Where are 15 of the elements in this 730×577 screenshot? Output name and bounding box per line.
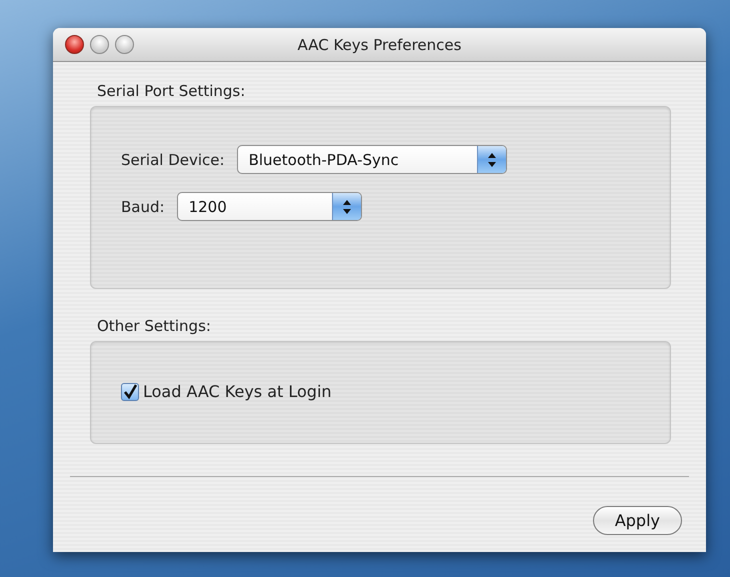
window-title: AAC Keys Preferences <box>298 36 462 54</box>
close-button[interactable] <box>65 35 84 54</box>
minimize-button[interactable] <box>90 35 109 54</box>
up-down-arrows-icon <box>488 152 496 166</box>
apply-button[interactable]: Apply <box>592 506 682 535</box>
checkbox[interactable]: Load AAC Keys at Login <box>121 382 332 401</box>
zoom-button[interactable] <box>115 35 134 54</box>
section-heading: Serial Port Settings: <box>97 82 246 100</box>
field-label: Serial Device: <box>121 150 225 168</box>
popup-menu[interactable]: 1200 <box>176 192 362 221</box>
section-heading: Other Settings: <box>97 317 211 335</box>
checkbox-box[interactable] <box>121 382 139 400</box>
up-down-arrows-icon <box>342 200 351 214</box>
popup-menu[interactable]: Bluetooth-PDA-Sync <box>236 145 507 174</box>
field-label: Baud: <box>121 198 165 216</box>
